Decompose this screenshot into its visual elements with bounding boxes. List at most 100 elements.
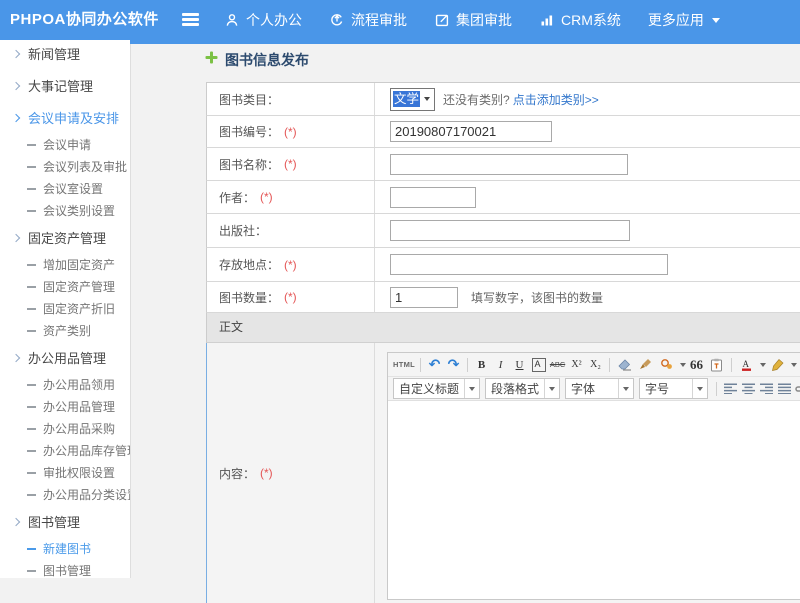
book-no-input[interactable] [390, 121, 552, 142]
dash-icon [27, 450, 36, 451]
nav-group-approval[interactable]: 集团审批 [434, 10, 512, 30]
caret-down-icon[interactable] [791, 363, 797, 367]
nav-personal-office[interactable]: 个人办公 [224, 10, 302, 30]
mark-pen-icon[interactable] [768, 356, 787, 373]
heading-select[interactable]: 自定义标题 [393, 378, 480, 399]
sidebar-item-meeting-list-approval[interactable]: 会议列表及审批 [0, 156, 130, 178]
sidebar-item-supplies-purchase[interactable]: 办公用品采购 [0, 418, 130, 440]
form-row-author: 作者：(*) [206, 181, 800, 214]
caret-down-icon[interactable] [680, 363, 686, 367]
main-accent-strip [130, 40, 800, 44]
chevron-right-icon [12, 114, 20, 122]
required-marker: (*) [284, 290, 297, 304]
dash-icon [27, 188, 36, 189]
sidebar-item-add-fixed-asset[interactable]: 增加固定资产 [0, 254, 130, 276]
undo-icon[interactable]: ↶ [426, 356, 443, 373]
quantity-input[interactable] [390, 287, 458, 308]
chart-icon [539, 12, 555, 28]
caret-down-icon [623, 387, 629, 391]
sidebar-item-asset-category[interactable]: 资产类别 [0, 320, 130, 342]
caret-down-icon [697, 387, 703, 391]
field-label: 内容：(*) [207, 343, 375, 603]
strikethrough-button[interactable]: ABC [549, 356, 566, 373]
align-justify-icon[interactable] [776, 380, 792, 397]
sidebar-item-fixed-asset-management[interactable]: 固定资产管理 [0, 224, 130, 254]
sidebar-item-supplies-category-settings[interactable]: 办公用品分类设置 [0, 484, 130, 506]
dash-icon [27, 330, 36, 331]
sidebar-item-supplies-claim[interactable]: 办公用品领用 [0, 374, 130, 396]
sidebar-item-meeting-apply[interactable]: 会议申请 [0, 134, 130, 156]
dash-icon [27, 308, 36, 309]
dash-icon [27, 166, 36, 167]
font-color-icon[interactable]: A [737, 356, 756, 373]
format-brush-icon[interactable] [636, 356, 655, 373]
sidebar-item-meeting-management[interactable]: 会议申请及安排 [0, 104, 130, 134]
sidebar-item-meeting-room-settings[interactable]: 会议室设置 [0, 178, 130, 200]
sidebar-item-supplies-inventory[interactable]: 办公用品库存管理 [0, 440, 130, 462]
sidebar-item-fixed-asset-depreciation[interactable]: 固定资产折旧 [0, 298, 130, 320]
sidebar-item-book-management[interactable]: 图书管理 [0, 508, 130, 538]
field-label: 图书名称：(*) [207, 148, 375, 180]
font-family-select[interactable]: 字体 [565, 378, 634, 399]
sidebar-item-memorabilia-management[interactable]: 大事记管理 [0, 72, 130, 102]
form-row-location: 存放地点：(*) [206, 248, 800, 282]
required-marker: (*) [284, 258, 297, 272]
field-label: 图书编号：(*) [207, 116, 375, 147]
publisher-input[interactable] [390, 220, 630, 241]
page-title: 图书信息发布 [205, 50, 309, 70]
font-size-select[interactable]: 字号 [639, 378, 708, 399]
sidebar-item-book-manage[interactable]: 图书管理 [0, 560, 130, 578]
dash-icon [27, 472, 36, 473]
chevron-right-icon [12, 50, 20, 58]
location-input[interactable] [390, 254, 668, 275]
underline-button[interactable]: U [511, 356, 528, 373]
superscript-button[interactable]: X² [568, 356, 585, 373]
highlight-color-icon[interactable] [657, 356, 676, 373]
sidebar-item-new-book[interactable]: 新建图书 [0, 538, 130, 560]
category-select[interactable]: 文学 [390, 88, 435, 111]
dash-icon [27, 428, 36, 429]
hamburger-menu-icon[interactable] [182, 13, 199, 26]
autotypeset-button[interactable]: A [532, 358, 546, 372]
select-caret-icon [424, 97, 430, 101]
eraser-icon[interactable] [615, 356, 634, 373]
sidebar-item-news-management[interactable]: 新闻管理 [0, 40, 130, 70]
paste-text-icon[interactable] [707, 356, 726, 373]
paragraph-format-select[interactable]: 段落格式 [485, 378, 560, 399]
caret-down-icon [469, 387, 475, 391]
book-name-input[interactable] [390, 154, 628, 175]
top-nav: 个人办公 流程审批 集团审批 CRM系统 更多应用 [224, 0, 720, 40]
editor-content-area[interactable] [388, 400, 800, 599]
subscript-button[interactable]: X₂ [587, 356, 604, 373]
sidebar-item-meeting-category-settings[interactable]: 会议类别设置 [0, 200, 130, 222]
page-title-text: 图书信息发布 [225, 50, 309, 70]
form-row-book-name: 图书名称：(*) [206, 148, 800, 181]
sidebar-item-fixed-asset-manage[interactable]: 固定资产管理 [0, 276, 130, 298]
sidebar-item-office-supplies-management[interactable]: 办公用品管理 [0, 344, 130, 374]
chevron-right-icon [12, 234, 20, 242]
nav-workflow-approval[interactable]: 流程审批 [329, 10, 407, 30]
nav-label: CRM系统 [561, 10, 621, 30]
add-category-link[interactable]: 点击添加类别>> [513, 91, 599, 108]
html-source-button[interactable]: HTML [393, 356, 415, 373]
sidebar-item-supplies-manage[interactable]: 办公用品管理 [0, 396, 130, 418]
link-icon[interactable] [795, 380, 800, 397]
align-center-icon[interactable] [740, 380, 756, 397]
align-right-icon[interactable] [758, 380, 774, 397]
field-label: 存放地点：(*) [207, 248, 375, 281]
caret-down-icon[interactable] [760, 363, 766, 367]
sidebar-item-approval-permission-settings[interactable]: 审批权限设置 [0, 462, 130, 484]
redo-icon[interactable]: ↷ [445, 356, 462, 373]
quantity-hint: 填写数字，该图书的数量 [471, 289, 603, 306]
nav-crm-system[interactable]: CRM系统 [539, 10, 621, 30]
chevron-right-icon [12, 518, 20, 526]
author-input[interactable] [390, 187, 476, 208]
form-row-category: 图书类目： 文学 还没有类别? 点击添加类别>> [206, 83, 800, 116]
blockquote-button[interactable]: 66 [688, 356, 705, 373]
form-row-quantity: 图书数量：(*) 填写数字，该图书的数量 [206, 282, 800, 313]
italic-button[interactable]: I [492, 356, 509, 373]
nav-more-apps[interactable]: 更多应用 [648, 10, 720, 30]
bold-button[interactable]: B [473, 356, 490, 373]
align-left-icon[interactable] [722, 380, 738, 397]
required-marker: (*) [284, 157, 297, 171]
